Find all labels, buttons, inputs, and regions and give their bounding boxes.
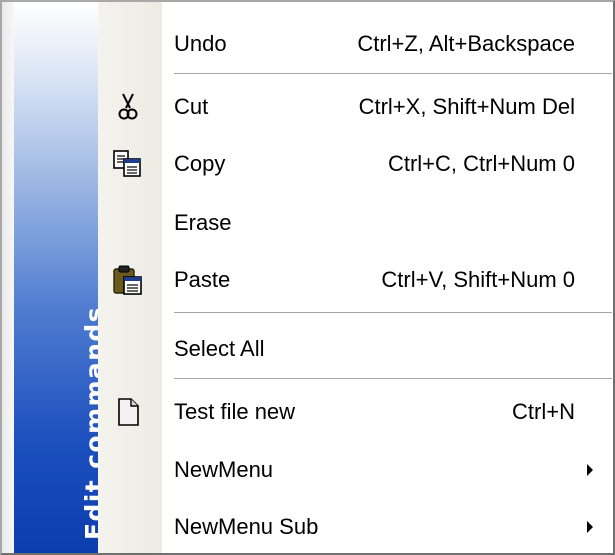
menu-item-undo[interactable]: Undo Ctrl+Z, Alt+Backspace bbox=[98, 19, 613, 69]
menu-item-label: Cut bbox=[174, 94, 209, 119]
menu-item-label: Paste bbox=[174, 267, 231, 292]
menu-left-edge bbox=[2, 2, 14, 553]
copy-icon bbox=[112, 148, 144, 180]
menu-separator bbox=[174, 73, 612, 75]
menu-item-label: NewMenu Sub bbox=[174, 514, 319, 539]
menu-item-shortcut: Ctrl+C, Ctrl+Num 0 bbox=[387, 151, 575, 176]
edit-commands-menu: Edit commands Undo Ctrl+Z, Alt+Backspace… bbox=[0, 0, 615, 555]
menu-separator bbox=[174, 312, 612, 314]
clipboard-icon bbox=[112, 264, 144, 296]
menu-item-shortcut: Ctrl+Z, Alt+Backspace bbox=[357, 31, 575, 56]
menu-item-shortcut: Ctrl+V, Shift+Num 0 bbox=[381, 267, 575, 292]
menu-item-label: Copy bbox=[174, 151, 226, 176]
submenu-arrow-icon bbox=[587, 521, 593, 533]
menu-item-paste[interactable]: Paste Ctrl+V, Shift+Num 0 bbox=[98, 255, 613, 305]
menu-sidebar: Edit commands bbox=[14, 2, 109, 553]
menu-item-label: Select All bbox=[174, 336, 265, 361]
submenu-arrow-icon bbox=[587, 464, 593, 476]
menu-item-erase[interactable]: Erase bbox=[98, 198, 613, 248]
menu-item-test-file-new[interactable]: Test file new Ctrl+N bbox=[98, 387, 613, 437]
menu-item-shortcut: Ctrl+X, Shift+Num Del bbox=[358, 94, 575, 119]
menu-item-select-all[interactable]: Select All bbox=[98, 324, 613, 374]
menu-item-shortcut: Ctrl+N bbox=[512, 399, 575, 424]
menu-separator bbox=[174, 378, 612, 380]
menu-item-label: Undo bbox=[174, 31, 227, 56]
scissors-icon bbox=[112, 91, 144, 123]
menu-item-copy[interactable]: Copy Ctrl+C, Ctrl+Num 0 bbox=[98, 139, 613, 189]
menu-item-label: Erase bbox=[174, 210, 232, 235]
menu-item-label: Test file new bbox=[174, 399, 296, 424]
document-icon bbox=[112, 396, 144, 428]
menu-item-newmenu-sub[interactable]: NewMenu Sub bbox=[98, 502, 613, 552]
menu-item-cut[interactable]: Cut Ctrl+X, Shift+Num Del bbox=[98, 82, 613, 132]
menu-item-label: NewMenu bbox=[174, 457, 274, 482]
menu-item-newmenu[interactable]: NewMenu bbox=[98, 445, 613, 495]
